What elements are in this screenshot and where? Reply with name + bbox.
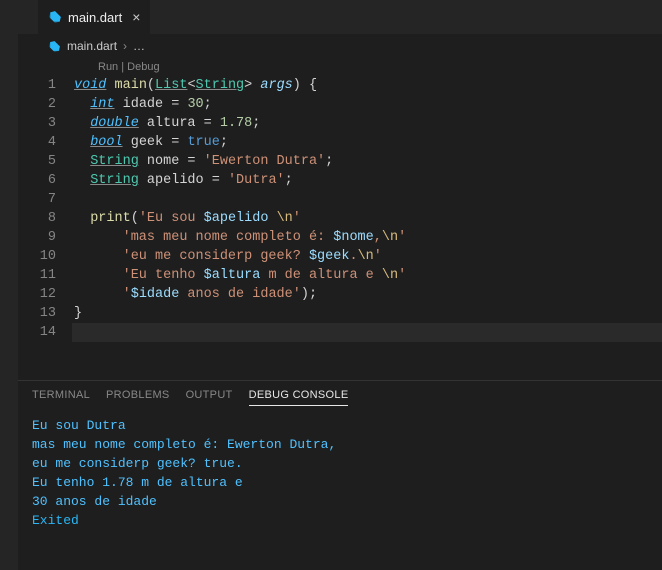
- line-number: 2: [18, 95, 74, 114]
- tab-bar: main.dart ×: [18, 0, 662, 34]
- console-line: mas meu nome completo é: Ewerton Dutra,: [32, 435, 648, 454]
- code-line: [74, 190, 662, 209]
- tab-label: main.dart: [68, 10, 122, 25]
- line-number: 3: [18, 114, 74, 133]
- code-line: print('Eu sou $apelido \n': [74, 209, 662, 228]
- line-number: 12: [18, 285, 74, 304]
- console-line: Eu sou Dutra: [32, 416, 648, 435]
- line-number: 13: [18, 304, 74, 323]
- dart-file-icon: [48, 10, 62, 24]
- tab-problems[interactable]: PROBLEMS: [106, 389, 170, 406]
- breadcrumb[interactable]: main.dart › …: [18, 34, 662, 58]
- line-number: 1: [18, 76, 74, 95]
- console-line: 30 anos de idade: [32, 492, 648, 511]
- bottom-panel: TERMINAL PROBLEMS OUTPUT DEBUG CONSOLE E…: [18, 380, 662, 570]
- code-line: bool geek = true;: [74, 133, 662, 152]
- line-number: 10: [18, 247, 74, 266]
- line-number: 8: [18, 209, 74, 228]
- line-number: 7: [18, 190, 74, 209]
- code-line: double altura = 1.78;: [74, 114, 662, 133]
- line-number: 11: [18, 266, 74, 285]
- line-number: 9: [18, 228, 74, 247]
- code-line: [74, 323, 662, 342]
- code-line: 'eu me considerp geek? $geek.\n': [74, 247, 662, 266]
- main-area: main.dart × main.dart › … Run | Debug 1v…: [18, 0, 662, 570]
- code-line: int idade = 30;: [74, 95, 662, 114]
- code-line: String nome = 'Ewerton Dutra';: [74, 152, 662, 171]
- breadcrumb-file: main.dart: [67, 39, 117, 53]
- breadcrumb-ellipsis: …: [133, 39, 145, 53]
- codelens-run-debug[interactable]: Run | Debug: [98, 58, 662, 76]
- code-line: String apelido = 'Dutra';: [74, 171, 662, 190]
- dart-file-icon: [48, 40, 61, 53]
- line-number: 5: [18, 152, 74, 171]
- tab-terminal[interactable]: TERMINAL: [32, 389, 90, 406]
- tab-main-dart[interactable]: main.dart ×: [38, 0, 151, 34]
- debug-console-output[interactable]: Eu sou Dutra mas meu nome completo é: Ew…: [18, 412, 662, 534]
- line-number: 6: [18, 171, 74, 190]
- activity-bar-stub: [0, 0, 18, 570]
- console-line: Exited: [32, 511, 648, 530]
- line-number: 14: [18, 323, 74, 342]
- console-line: Eu tenho 1.78 m de altura e: [32, 473, 648, 492]
- tab-debug-console[interactable]: DEBUG CONSOLE: [249, 389, 349, 406]
- line-number: 4: [18, 133, 74, 152]
- chevron-right-icon: ›: [123, 39, 127, 53]
- console-line: eu me considerp geek? true.: [32, 454, 648, 473]
- close-icon[interactable]: ×: [132, 9, 140, 25]
- code-line: void main(List<String> args) {: [74, 76, 662, 95]
- tab-output[interactable]: OUTPUT: [186, 389, 233, 406]
- code-line: '$idade anos de idade');: [74, 285, 662, 304]
- code-editor[interactable]: 1void main(List<String> args) { 2 int id…: [18, 76, 662, 380]
- code-line: }: [74, 304, 662, 323]
- code-line: 'Eu tenho $altura m de altura e \n': [74, 266, 662, 285]
- panel-tabs: TERMINAL PROBLEMS OUTPUT DEBUG CONSOLE: [18, 381, 662, 412]
- code-line: 'mas meu nome completo é: $nome,\n': [74, 228, 662, 247]
